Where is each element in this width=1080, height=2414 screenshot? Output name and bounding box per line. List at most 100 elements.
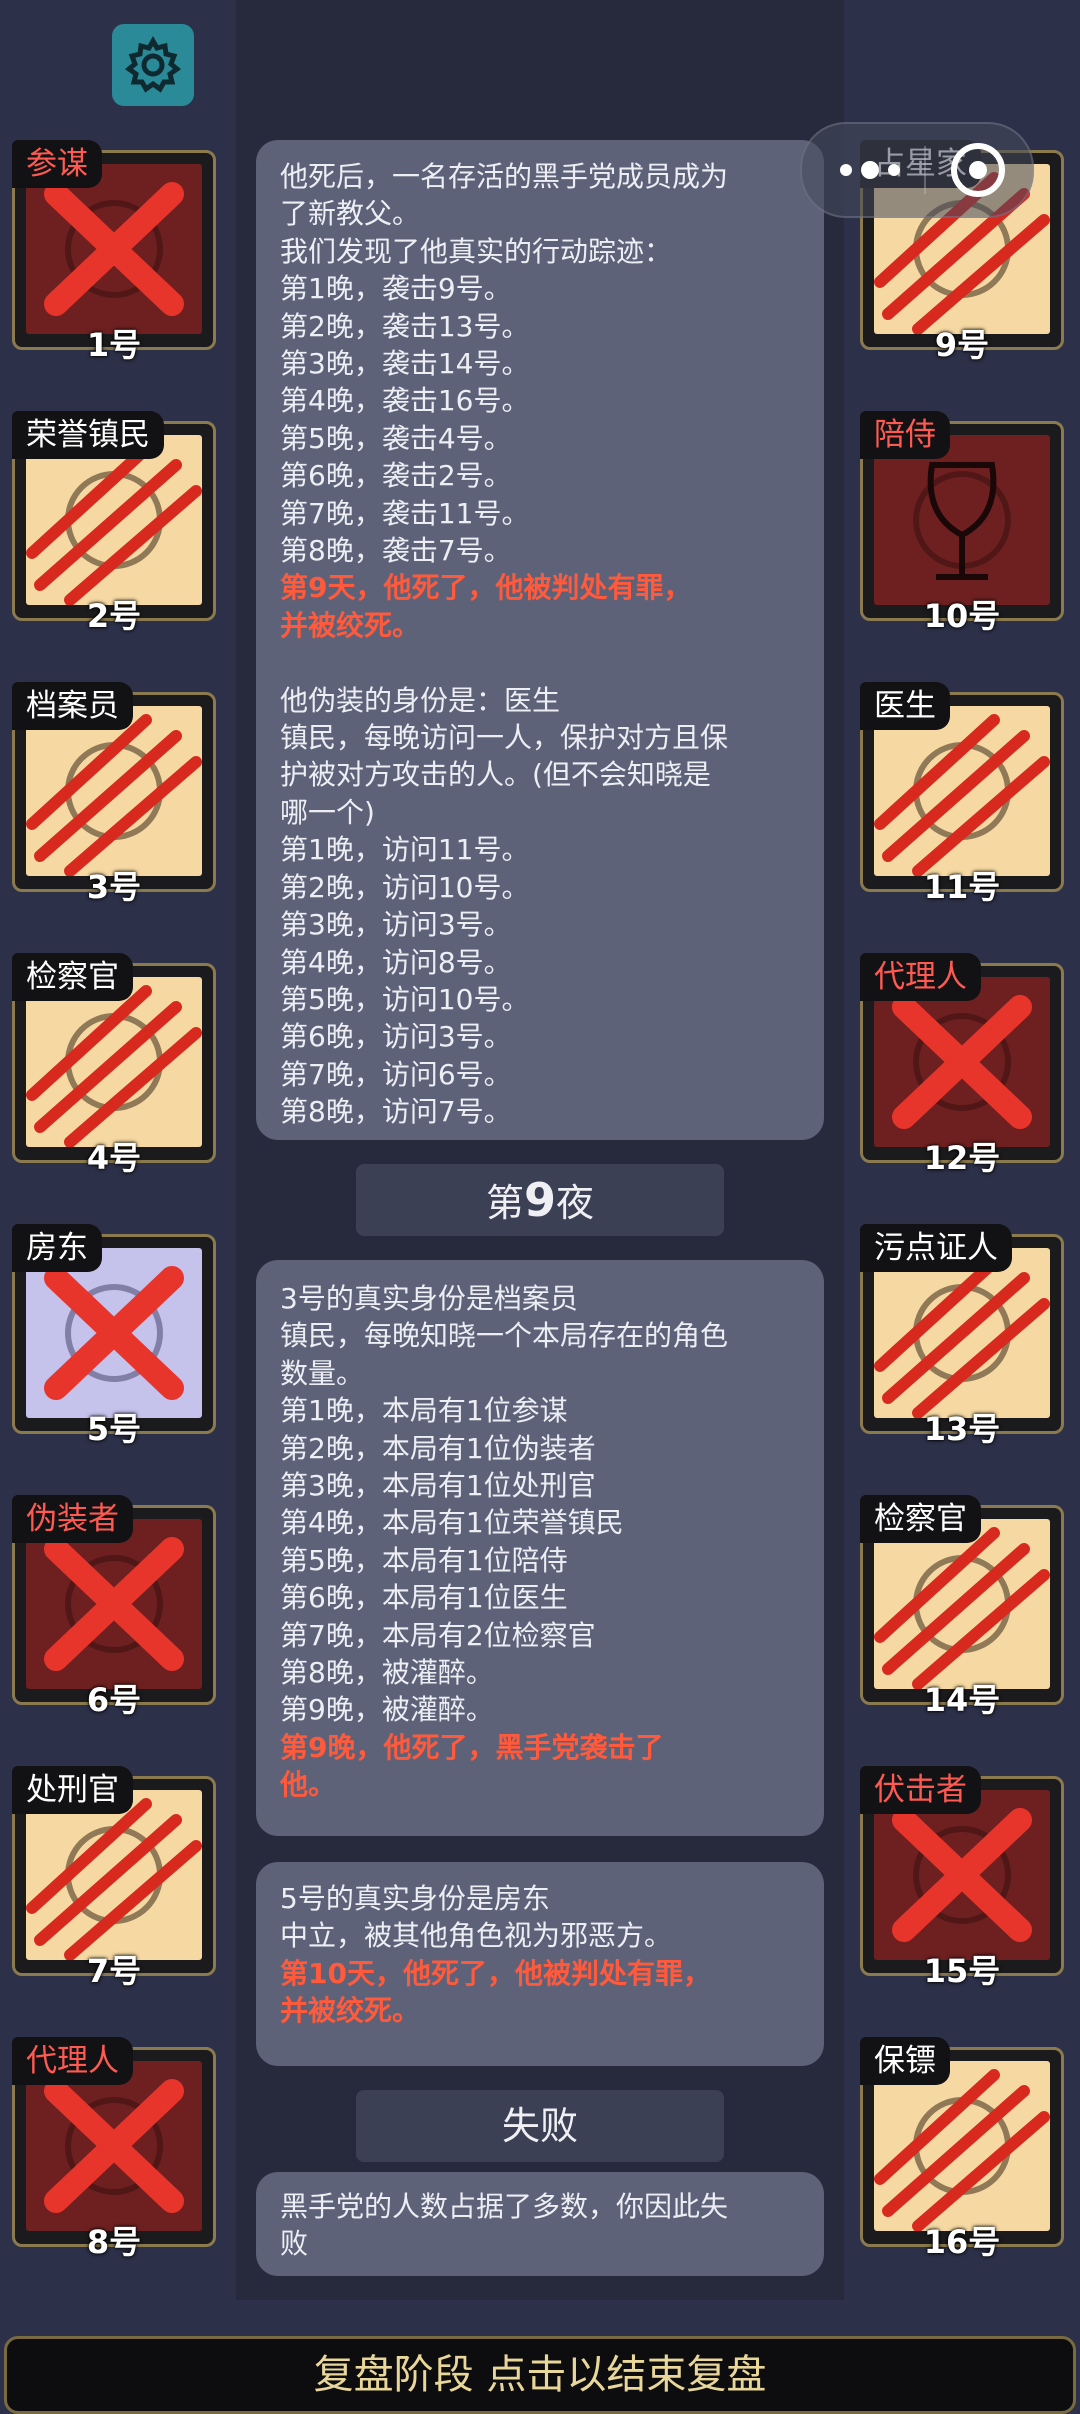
log-line: 第7晚，访问6号。 xyxy=(280,1057,512,1091)
log-line: 第8晚，被灌醉。 xyxy=(280,1656,494,1690)
player-card[interactable]: 检察官 4号 xyxy=(12,953,220,1177)
log-line: 第1晚，袭击9号。 xyxy=(280,272,512,306)
player-card[interactable]: 伏击者 15号 xyxy=(860,1766,1068,1990)
claw-marks-icon xyxy=(26,985,202,1147)
role-portrait xyxy=(874,2061,1050,2231)
log-line: 数量。 xyxy=(280,1356,365,1390)
player-number: 3号 xyxy=(86,868,142,906)
role-name-tag: 医生 xyxy=(860,682,950,730)
log-line: 第8晚，访问7号。 xyxy=(280,1095,512,1129)
claw-marks-icon xyxy=(26,714,202,876)
log-line: 第5晚，访问10号。 xyxy=(280,982,530,1016)
log-line: 第5晚，袭击4号。 xyxy=(280,421,512,455)
log-line: 第4晚，袭击16号。 xyxy=(280,384,530,418)
log-line: 第3晚，本局有1位处刑官 xyxy=(280,1469,596,1503)
close-target-icon[interactable] xyxy=(950,142,1006,198)
player-card[interactable]: 医生 11号 xyxy=(860,682,1068,906)
miniprogram-capsule[interactable] xyxy=(800,122,1034,218)
role-portrait xyxy=(874,1248,1050,1418)
player-number: 10号 xyxy=(923,597,1001,635)
night-suffix: 夜 xyxy=(556,1181,595,1225)
role-portrait xyxy=(26,1519,202,1689)
result-divider: 失败 xyxy=(356,2090,724,2162)
role-portrait xyxy=(26,706,202,876)
log-line: 第3晚，访问3号。 xyxy=(280,908,512,942)
log-line: 第9晚，被灌醉。 xyxy=(280,1693,494,1727)
player-number: 16号 xyxy=(923,2223,1001,2261)
death-notice-line: 第9天，他死了，他被判处有罪， xyxy=(280,571,692,605)
eliminated-x-icon xyxy=(44,1537,184,1671)
role-name-tag: 检察官 xyxy=(12,953,133,1001)
player-card[interactable]: 污点证人 13号 xyxy=(860,1224,1068,1448)
role-name-tag: 代理人 xyxy=(12,2037,133,2085)
role-portrait xyxy=(874,706,1050,876)
player-card[interactable]: 荣誉镇民 2号 xyxy=(12,411,220,635)
role-name-tag: 房东 xyxy=(12,1224,102,1272)
eliminated-x-icon xyxy=(892,995,1032,1129)
role-name-tag: 伪装者 xyxy=(12,1495,133,1543)
log-line: 了新教父。 xyxy=(280,197,421,231)
log-line: 镇民，每晚知晓一个本局存在的角色 xyxy=(280,1319,729,1353)
end-review-button[interactable]: 复盘阶段 点击以结束复盘 xyxy=(4,2336,1076,2414)
log-line: 中立，被其他角色视为邪恶方。 xyxy=(280,1919,673,1953)
role-name-tag: 参谋 xyxy=(12,140,102,188)
player-number: 13号 xyxy=(923,1410,1001,1448)
role-portrait xyxy=(26,977,202,1147)
settings-button[interactable] xyxy=(112,24,194,106)
night-prefix: 第 xyxy=(485,1181,524,1225)
claw-marks-icon xyxy=(874,1527,1050,1689)
log-line: 第2晚，袭击13号。 xyxy=(280,309,530,343)
log-line: 第5晚，本局有1位陪侍 xyxy=(280,1543,568,1577)
player-card[interactable]: 陪侍 10号 xyxy=(860,411,1068,635)
log-line: 第6晚，访问3号。 xyxy=(280,1020,512,1054)
log-line: 第4晚，本局有1位荣誉镇民 xyxy=(280,1506,624,1540)
role-portrait xyxy=(26,1790,202,1960)
death-notice-line: 他。 xyxy=(280,1768,337,1802)
claw-marks-icon xyxy=(874,1256,1050,1418)
log-line: 黑手党的人数占据了多数，你因此失 xyxy=(280,2190,729,2223)
log-line: 5号的真实身份是房东 xyxy=(280,1882,550,1915)
role-name-tag: 保镖 xyxy=(860,2037,950,2085)
claw-marks-icon xyxy=(874,714,1050,876)
claw-marks-icon xyxy=(26,1798,202,1960)
role-name-tag: 伏击者 xyxy=(860,1766,981,1814)
player-card[interactable]: 房东 5号 xyxy=(12,1224,220,1448)
role-portrait xyxy=(874,435,1050,605)
role-name-tag: 污点证人 xyxy=(860,1224,1012,1272)
log-line: 第7晚，袭击11号。 xyxy=(280,496,530,530)
capsule-separator xyxy=(924,146,926,194)
role-portrait xyxy=(874,1519,1050,1689)
log-line: 第3晚，袭击14号。 xyxy=(280,347,530,381)
log-message-archivist: 3号的真实身份是档案员 镇民，每晚知晓一个本局存在的角色 数量。 第1晚，本局有1位参… xyxy=(256,1260,824,1836)
player-card[interactable]: 伪装者 6号 xyxy=(12,1495,220,1719)
night-divider: 第9夜 xyxy=(356,1164,724,1236)
death-notice-line: 并被绞死。 xyxy=(280,1994,421,2028)
player-card[interactable]: 保镖 16号 xyxy=(860,2037,1068,2261)
gear-icon xyxy=(124,35,182,93)
death-notice-line: 并被绞死。 xyxy=(280,608,421,642)
player-card[interactable]: 检察官 14号 xyxy=(860,1495,1068,1719)
log-line: 第6晚，本局有1位医生 xyxy=(280,1581,568,1615)
role-portrait xyxy=(26,1248,202,1418)
log-line: 哪一个) xyxy=(280,795,375,829)
player-card[interactable]: 代理人 12号 xyxy=(860,953,1068,1177)
player-card[interactable]: 代理人 8号 xyxy=(12,2037,220,2261)
player-number: 8号 xyxy=(86,2223,142,2261)
log-line: 第4晚，访问8号。 xyxy=(280,945,512,979)
player-card[interactable]: 档案员 3号 xyxy=(12,682,220,906)
player-card[interactable]: 参谋 1号 xyxy=(12,140,220,364)
claw-marks-icon xyxy=(26,443,202,605)
eliminated-x-icon xyxy=(44,182,184,316)
role-portrait xyxy=(26,2061,202,2231)
more-dots-icon[interactable] xyxy=(834,154,914,186)
player-number: 2号 xyxy=(86,597,142,635)
eliminated-x-icon xyxy=(892,1808,1032,1942)
death-notice-line: 第10天，他死了，他被判处有罪， xyxy=(280,1956,711,1990)
role-name-tag: 陪侍 xyxy=(860,411,950,459)
player-card[interactable]: 处刑官 7号 xyxy=(12,1766,220,1990)
role-name-tag: 档案员 xyxy=(12,682,133,730)
log-line: 我们发现了他真实的行动踪迹： xyxy=(280,234,673,268)
role-name-tag: 代理人 xyxy=(860,953,981,1001)
log-line: 镇民，每晚访问一人，保护对方且保 xyxy=(280,721,729,755)
